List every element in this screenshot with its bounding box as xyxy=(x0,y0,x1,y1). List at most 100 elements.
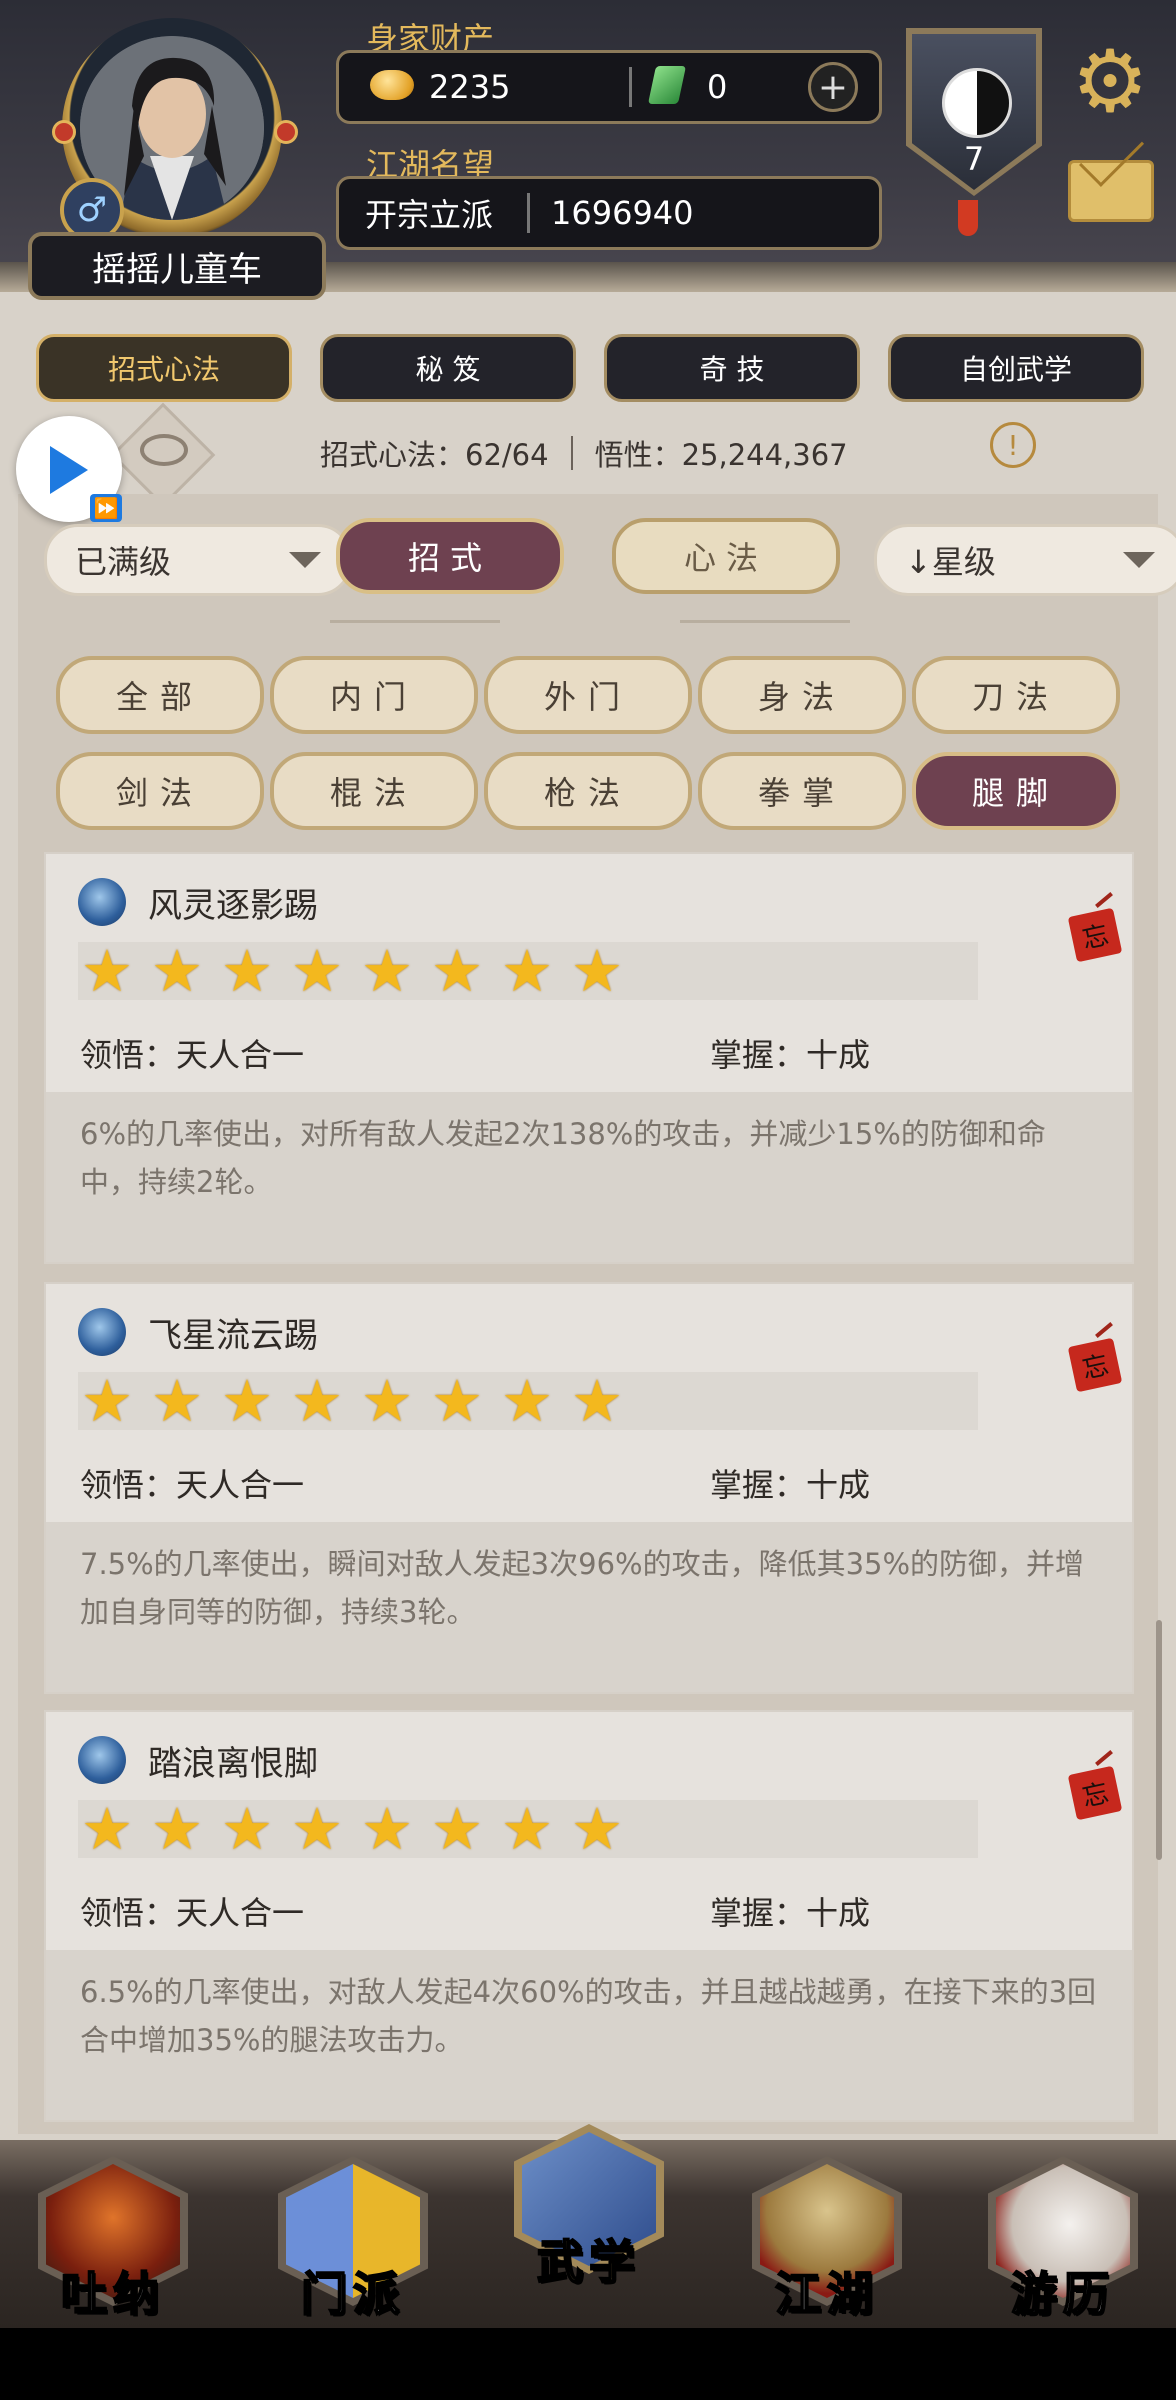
ornament-divider-right xyxy=(680,620,850,623)
skill-card[interactable]: 踏浪离恨脚 忘 ★ ★ ★ ★ ★ ★ ★ ★ 领悟：天人合一 掌握：十成 6.5%的几率使出… xyxy=(44,1710,1134,2122)
seal-string xyxy=(1095,892,1113,908)
star-icon: ★ xyxy=(221,937,273,1005)
eye-icon xyxy=(140,434,188,466)
category-kick[interactable]: 腿脚 xyxy=(912,752,1120,830)
sort-dropdown[interactable]: ↓星级 xyxy=(874,524,1176,596)
frame-jewel-left xyxy=(52,120,76,144)
sort-value: ↓星级 xyxy=(905,543,996,581)
star-icon: ★ xyxy=(361,1367,413,1435)
category-outer[interactable]: 外门 xyxy=(484,656,692,734)
forget-seal-icon[interactable]: 忘 xyxy=(1067,1765,1123,1821)
gold-ingot-icon xyxy=(370,70,414,100)
info-icon[interactable]: ! xyxy=(990,422,1036,468)
star-icon: ★ xyxy=(501,937,553,1005)
kick-skill-icon xyxy=(78,1736,126,1784)
segment-mind[interactable]: 心法 xyxy=(612,518,840,594)
star-icon: ★ xyxy=(291,1795,343,1863)
play-icon xyxy=(50,446,88,494)
scrollbar[interactable] xyxy=(1156,1620,1162,1860)
category-staff[interactable]: 棍法 xyxy=(270,752,478,830)
mastery: 掌握：十成 xyxy=(710,1466,871,1504)
star-icon: ★ xyxy=(221,1795,273,1863)
comprehension: 领悟：天人合一 xyxy=(80,1036,305,1074)
category-spear[interactable]: 枪法 xyxy=(484,752,692,830)
gold-amount: 2235 xyxy=(429,68,511,106)
nav-label: 武学 xyxy=(536,2234,641,2290)
category-all[interactable]: 全部 xyxy=(56,656,264,734)
mastery: 掌握：十成 xyxy=(710,1036,871,1074)
stats-divider xyxy=(570,436,573,470)
jade-amount: 0 xyxy=(707,68,728,106)
skill-card[interactable]: 风灵逐影踢 忘 ★ ★ ★ ★ ★ ★ ★ ★ 领悟：天人合一 掌握：十成 6%的几率使出，对… xyxy=(44,852,1134,1264)
nav-label: 吐纳 xyxy=(60,2266,165,2322)
forget-seal-icon[interactable]: 忘 xyxy=(1067,907,1123,963)
tab-special-skill[interactable]: 奇 技 xyxy=(604,334,860,402)
nav-breathing[interactable]: 吐纳 xyxy=(28,2146,198,2322)
tab-secret-manual[interactable]: 秘 笈 xyxy=(320,334,576,402)
category-movement[interactable]: 身法 xyxy=(698,656,906,734)
nav-sect[interactable]: 门派 xyxy=(268,2146,438,2322)
star-icon: ★ xyxy=(431,937,483,1005)
nav-label: 江湖 xyxy=(774,2266,879,2322)
tab-moves-mind[interactable]: 招式心法 xyxy=(36,334,292,402)
category-blade[interactable]: 刀法 xyxy=(912,656,1120,734)
wealth-bar: 2235 0 xyxy=(336,50,882,124)
star-rating: ★ ★ ★ ★ ★ ★ ★ ★ xyxy=(78,942,978,1000)
star-icon: ★ xyxy=(151,1795,203,1863)
star-icon: ★ xyxy=(291,1367,343,1435)
kick-skill-icon xyxy=(78,878,126,926)
tab-self-created[interactable]: 自创武学 xyxy=(888,334,1144,402)
category-fist[interactable]: 拳掌 xyxy=(698,752,906,830)
player-name[interactable]: 摇摇儿童车 xyxy=(28,232,326,300)
chevron-down-icon xyxy=(1123,552,1155,568)
category-inner[interactable]: 内门 xyxy=(270,656,478,734)
nav-travel[interactable]: 游历 xyxy=(978,2146,1148,2322)
segment-moves[interactable]: 招式 xyxy=(336,518,564,594)
seal-string xyxy=(1095,1322,1113,1338)
reputation-divider xyxy=(527,193,530,233)
star-icon: ★ xyxy=(151,937,203,1005)
star-icon: ★ xyxy=(501,1367,553,1435)
level-filter-value: 已满级 xyxy=(75,543,172,581)
star-icon: ★ xyxy=(431,1367,483,1435)
nav-label: 门派 xyxy=(300,2266,405,2322)
insight-value: 悟性：25,244,367 xyxy=(594,438,848,472)
nav-jianghu[interactable]: 江湖 xyxy=(742,2146,912,2322)
wealth-divider xyxy=(629,67,632,107)
add-currency-button[interactable]: + xyxy=(808,62,858,112)
mastery: 掌握：十成 xyxy=(710,1894,871,1932)
skill-description: 7.5%的几率使出，瞬间对敌人发起3次96%的攻击，降低其35%的防御，并增加自… xyxy=(46,1522,1132,1692)
star-icon: ★ xyxy=(431,1795,483,1863)
star-icon: ★ xyxy=(291,937,343,1005)
category-sword[interactable]: 剑法 xyxy=(56,752,264,830)
system-bar xyxy=(0,2328,1176,2400)
star-icon: ★ xyxy=(81,937,133,1005)
forget-seal-icon[interactable]: 忘 xyxy=(1067,1337,1123,1393)
skill-name: 风灵逐影踢 xyxy=(148,886,318,926)
star-icon: ★ xyxy=(361,1795,413,1863)
tassel-icon xyxy=(958,200,978,236)
level-filter-dropdown[interactable]: 已满级 xyxy=(44,524,352,596)
reputation-bar: 开宗立派 1696940 xyxy=(336,176,882,250)
star-icon: ★ xyxy=(571,1795,623,1863)
star-icon: ★ xyxy=(81,1795,133,1863)
star-icon: ★ xyxy=(81,1367,133,1435)
settings-gear-icon[interactable]: ⚙ xyxy=(1068,39,1152,125)
yinyang-icon xyxy=(942,68,1012,138)
mail-icon[interactable] xyxy=(1068,160,1154,222)
seal-string xyxy=(1095,1750,1113,1766)
fast-forward-icon[interactable]: ⏩ xyxy=(90,494,122,522)
nav-martial-arts[interactable]: 武学 xyxy=(504,2114,674,2290)
nav-label: 游历 xyxy=(1010,2266,1115,2322)
rank-level: 7 xyxy=(963,140,985,178)
stats-line: 招式心法：62/64 悟性：25,244,367 xyxy=(320,432,848,474)
frame-jewel-right xyxy=(274,120,298,144)
skill-name: 踏浪离恨脚 xyxy=(148,1744,318,1784)
skill-card[interactable]: 飞星流云踢 忘 ★ ★ ★ ★ ★ ★ ★ ★ 领悟：天人合一 掌握：十成 7.5%的几率使出… xyxy=(44,1282,1134,1694)
reputation-title: 开宗立派 xyxy=(365,196,494,234)
skill-description: 6%的几率使出，对所有敌人发起2次138%的攻击，并减少15%的防御和命中，持续… xyxy=(46,1092,1132,1262)
skill-description: 6.5%的几率使出，对敌人发起4次60%的攻击，并且越战越勇，在接下来的3回合中… xyxy=(46,1950,1132,2120)
chevron-down-icon xyxy=(289,552,321,568)
moves-count: 招式心法：62/64 xyxy=(320,438,549,472)
star-icon: ★ xyxy=(501,1795,553,1863)
